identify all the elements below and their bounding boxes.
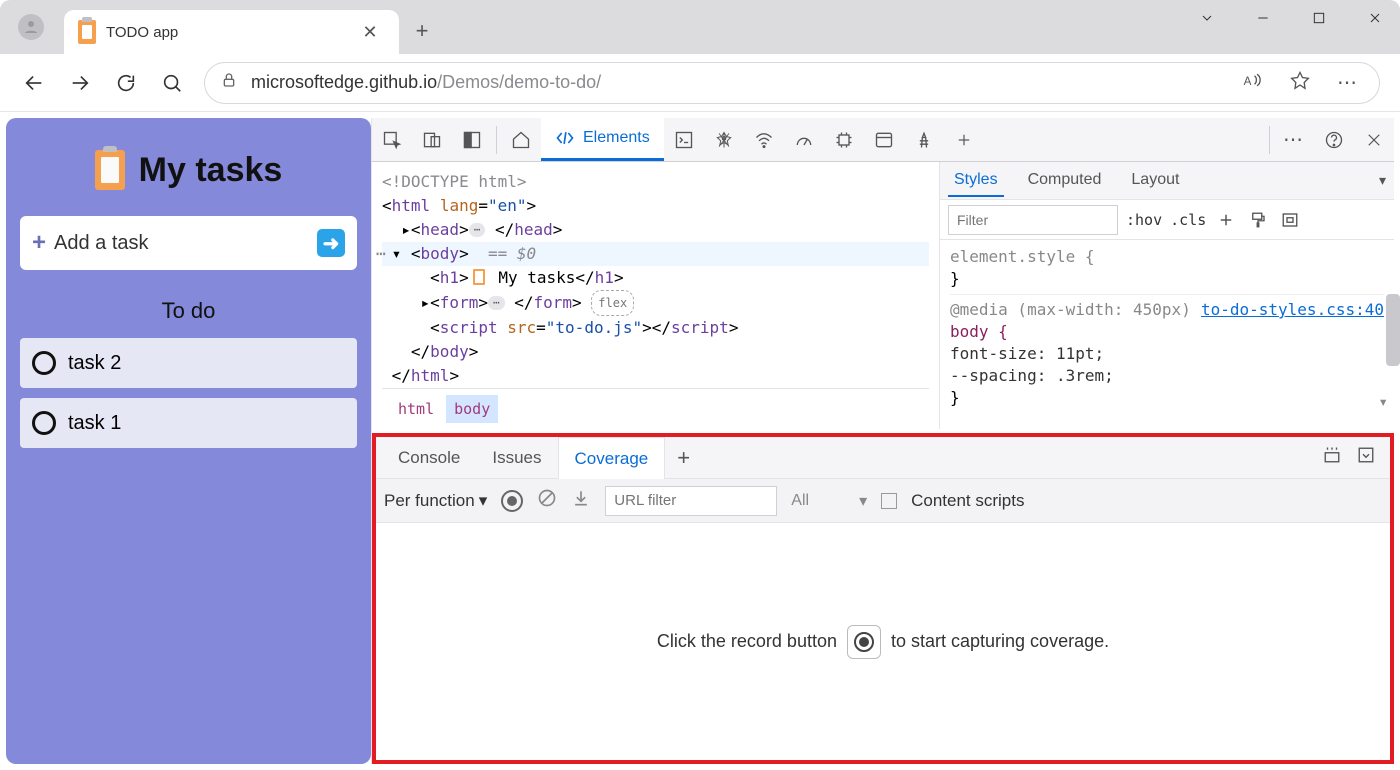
coverage-empty-state: Click the record button to start capturi… [376,523,1390,760]
record-button[interactable] [501,490,523,512]
more-button[interactable]: ⋯ [1333,70,1363,95]
record-icon [847,625,881,659]
clipboard-icon [78,20,96,44]
page-content: My tasks + Add a task ➜ To do task 2 tas… [6,118,371,764]
close-window-button[interactable] [1360,10,1390,31]
clear-button[interactable] [537,488,557,513]
scrollbar-thumb[interactable] [1386,294,1400,366]
add-drawer-tab-button[interactable]: + [665,445,702,471]
welcome-tab[interactable] [501,119,541,161]
paint-button[interactable] [1246,208,1270,232]
help-button[interactable] [1314,119,1354,161]
close-tab-button[interactable]: ✕ [355,22,385,43]
device-toggle-button[interactable] [412,119,452,161]
computed-tab[interactable]: Computed [1022,165,1108,197]
new-tab-button[interactable]: + [405,14,439,48]
dom-tree[interactable]: <!DOCTYPE html> <html lang="en"> ▸<head>… [372,162,939,429]
devtools-drawer: Console Issues Coverage + Per function ▾… [372,433,1394,764]
url-text: microsoftedge.github.io/Demos/demo-to-do… [251,72,601,93]
css-rules[interactable]: element.style { } to-do-styles.css:40 @m… [940,240,1394,415]
export-button[interactable] [571,488,591,513]
lighthouse-tab-button[interactable] [904,119,944,161]
section-title: To do [20,298,357,324]
settings-button[interactable]: ⋯ [1274,119,1314,161]
task-item[interactable]: task 2 [20,338,357,388]
tab-title: TODO app [106,24,178,41]
submit-button[interactable]: ➜ [317,229,345,257]
console-drawer-tab[interactable]: Console [382,437,476,479]
minimize-button[interactable] [1248,10,1278,31]
refresh-button[interactable] [106,63,146,103]
plus-icon: + [32,229,46,257]
clipboard-icon [95,150,125,190]
styles-sidebar: Styles Computed Layout ▾ :hov .cls eleme… [939,162,1394,429]
lock-icon [221,71,237,94]
coverage-type-select[interactable]: All▾ [791,491,867,511]
browser-tab[interactable]: TODO app ✕ [64,10,399,54]
performance-tab-button[interactable] [784,119,824,161]
chevron-down-icon[interactable] [1192,10,1222,31]
styles-filter-input[interactable] [948,205,1118,235]
layout-tab[interactable]: Layout [1125,165,1185,197]
window-controls [1192,10,1390,31]
hov-toggle[interactable]: :hov [1126,211,1162,229]
collapse-drawer-button[interactable] [1356,446,1376,469]
devtools-toolbar: Elements ⋯ [372,118,1394,162]
expand-drawer-button[interactable] [1322,446,1342,469]
dom-breadcrumb[interactable]: htmlbody [382,388,929,429]
task-item[interactable]: task 1 [20,398,357,448]
content-scripts-checkbox[interactable] [881,493,897,509]
add-task-input[interactable]: + Add a task ➜ [20,216,357,270]
console-tab-button[interactable] [664,119,704,161]
coverage-drawer-tab[interactable]: Coverage [558,437,666,479]
issues-drawer-tab[interactable]: Issues [476,437,557,479]
elements-tab[interactable]: Elements [541,118,664,161]
forward-button[interactable] [60,63,100,103]
coverage-granularity-select[interactable]: Per function ▾ [384,491,487,511]
chevron-down-icon[interactable]: ▾ [1379,172,1386,189]
read-aloud-button[interactable]: A [1237,70,1267,95]
clipboard-icon [473,269,485,285]
search-button[interactable] [152,63,192,103]
sources-tab-button[interactable] [704,119,744,161]
checkbox-icon[interactable] [32,351,56,375]
memory-tab-button[interactable] [824,119,864,161]
source-link[interactable]: to-do-styles.css:40 [1201,299,1384,321]
application-tab-button[interactable] [864,119,904,161]
checkbox-icon[interactable] [32,411,56,435]
profile-button[interactable] [18,14,44,40]
page-heading: My tasks [20,150,357,190]
favorite-button[interactable] [1285,70,1315,95]
add-task-label: Add a task [54,232,149,255]
dock-side-button[interactable] [452,119,492,161]
styles-tab[interactable]: Styles [948,165,1004,197]
title-bar: TODO app ✕ + [0,0,1400,54]
back-button[interactable] [14,63,54,103]
network-tab-button[interactable] [744,119,784,161]
svg-text:A: A [1244,75,1252,88]
devtools: Elements ⋯ <!DOCTYPE html> <html lang="e… [371,118,1394,764]
more-tabs-button[interactable] [944,119,984,161]
url-filter-input[interactable] [605,486,777,516]
coverage-toolbar: Per function ▾ All▾ Content scripts [376,479,1390,523]
close-devtools-button[interactable] [1354,119,1394,161]
cls-toggle[interactable]: .cls [1170,211,1206,229]
box-model-button[interactable] [1278,208,1302,232]
content-scripts-label: Content scripts [911,491,1024,511]
toolbar: microsoftedge.github.io/Demos/demo-to-do… [0,54,1400,112]
new-rule-button[interactable] [1214,208,1238,232]
inspect-button[interactable] [372,119,412,161]
address-bar[interactable]: microsoftedge.github.io/Demos/demo-to-do… [204,62,1380,104]
maximize-button[interactable] [1304,10,1334,31]
